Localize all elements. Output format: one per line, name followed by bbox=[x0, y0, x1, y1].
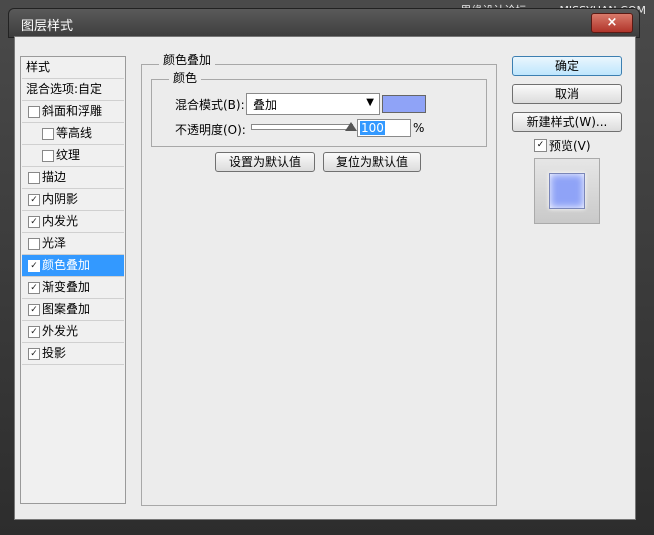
chevron-down-icon: ▼ bbox=[366, 97, 374, 108]
dialog-titlebar[interactable]: 图层样式 × bbox=[8, 8, 640, 38]
style-item-label: 描边 bbox=[42, 170, 67, 184]
style-checkbox[interactable]: ✓ bbox=[28, 326, 40, 338]
style-checkbox[interactable] bbox=[42, 128, 54, 140]
group-title: 颜色 bbox=[169, 69, 202, 86]
preview-checkbox[interactable]: ✓ bbox=[534, 139, 547, 152]
style-item-label: 内阴影 bbox=[42, 192, 79, 206]
ok-button[interactable]: 确定 bbox=[512, 56, 622, 76]
style-item[interactable]: ✓ 投影 bbox=[22, 343, 124, 365]
overlay-color-swatch[interactable] bbox=[382, 95, 426, 113]
blend-mode-select[interactable]: 叠加 ▼ bbox=[246, 93, 380, 115]
style-item[interactable]: ✓ 外发光 bbox=[22, 321, 124, 343]
preview-label: 预览(V) bbox=[549, 139, 591, 153]
style-checkbox[interactable] bbox=[28, 238, 40, 250]
style-item-label: 外发光 bbox=[42, 324, 79, 338]
styles-header[interactable]: 样式 bbox=[22, 57, 124, 79]
style-item-label: 斜面和浮雕 bbox=[42, 104, 103, 118]
style-item-label: 纹理 bbox=[56, 148, 81, 162]
style-item[interactable]: 斜面和浮雕 bbox=[22, 101, 124, 123]
style-item[interactable]: ✓ 内发光 bbox=[22, 211, 124, 233]
opacity-slider-track[interactable] bbox=[251, 124, 353, 130]
style-item-label: 图案叠加 bbox=[42, 302, 91, 316]
style-checkbox[interactable]: ✓ bbox=[28, 282, 40, 294]
style-checkbox[interactable]: ✓ bbox=[28, 348, 40, 360]
opacity-unit: % bbox=[413, 121, 425, 135]
section-title: 颜色叠加 bbox=[159, 51, 216, 68]
style-item-label: 颜色叠加 bbox=[42, 258, 91, 272]
style-preview bbox=[534, 158, 600, 224]
close-button[interactable]: × bbox=[591, 13, 633, 33]
style-item-label: 内发光 bbox=[42, 214, 79, 228]
style-checkbox[interactable]: ✓ bbox=[28, 304, 40, 316]
style-checkbox[interactable] bbox=[42, 150, 54, 162]
dialog-title: 图层样式 bbox=[21, 19, 74, 34]
style-checkbox[interactable]: ✓ bbox=[28, 216, 40, 228]
make-default-button[interactable]: 设置为默认值 bbox=[215, 152, 315, 172]
style-item[interactable]: 纹理 bbox=[22, 145, 124, 167]
style-item[interactable]: 光泽 bbox=[22, 233, 124, 255]
new-style-button[interactable]: 新建样式(W)... bbox=[512, 112, 622, 132]
opacity-input[interactable]: 100 bbox=[357, 119, 411, 137]
style-item-label: 等高线 bbox=[56, 126, 93, 140]
opacity-slider-thumb[interactable] bbox=[345, 122, 357, 131]
style-item[interactable]: ✓ 图案叠加 bbox=[22, 299, 124, 321]
close-icon: × bbox=[606, 15, 618, 30]
cancel-button[interactable]: 取消 bbox=[512, 84, 622, 104]
opacity-label: 不透明度(O): bbox=[175, 123, 246, 137]
style-item[interactable]: ✓ 内阴影 bbox=[22, 189, 124, 211]
style-item[interactable]: 等高线 bbox=[22, 123, 124, 145]
style-checkbox[interactable]: ✓ bbox=[28, 260, 40, 272]
blend-options-item[interactable]: 混合选项:自定 bbox=[22, 79, 124, 101]
reset-default-button[interactable]: 复位为默认值 bbox=[323, 152, 421, 172]
style-checkbox[interactable] bbox=[28, 172, 40, 184]
style-item[interactable]: ✓ 颜色叠加 bbox=[22, 255, 124, 277]
style-item-label: 光泽 bbox=[42, 236, 67, 250]
preview-swatch bbox=[549, 173, 585, 209]
style-item[interactable]: 描边 bbox=[22, 167, 124, 189]
style-item[interactable]: ✓ 渐变叠加 bbox=[22, 277, 124, 299]
style-item-label: 投影 bbox=[42, 346, 67, 360]
styles-list: 样式 混合选项:自定 斜面和浮雕 等高线 纹理 描边 ✓ 内阴影 ✓ 内发光 光泽 ✓ 颜色叠加 ✓ 渐… bbox=[20, 56, 126, 504]
style-checkbox[interactable]: ✓ bbox=[28, 194, 40, 206]
style-item-label: 渐变叠加 bbox=[42, 280, 91, 294]
style-checkbox[interactable] bbox=[28, 106, 40, 118]
blend-mode-label: 混合模式(B): bbox=[175, 98, 245, 112]
